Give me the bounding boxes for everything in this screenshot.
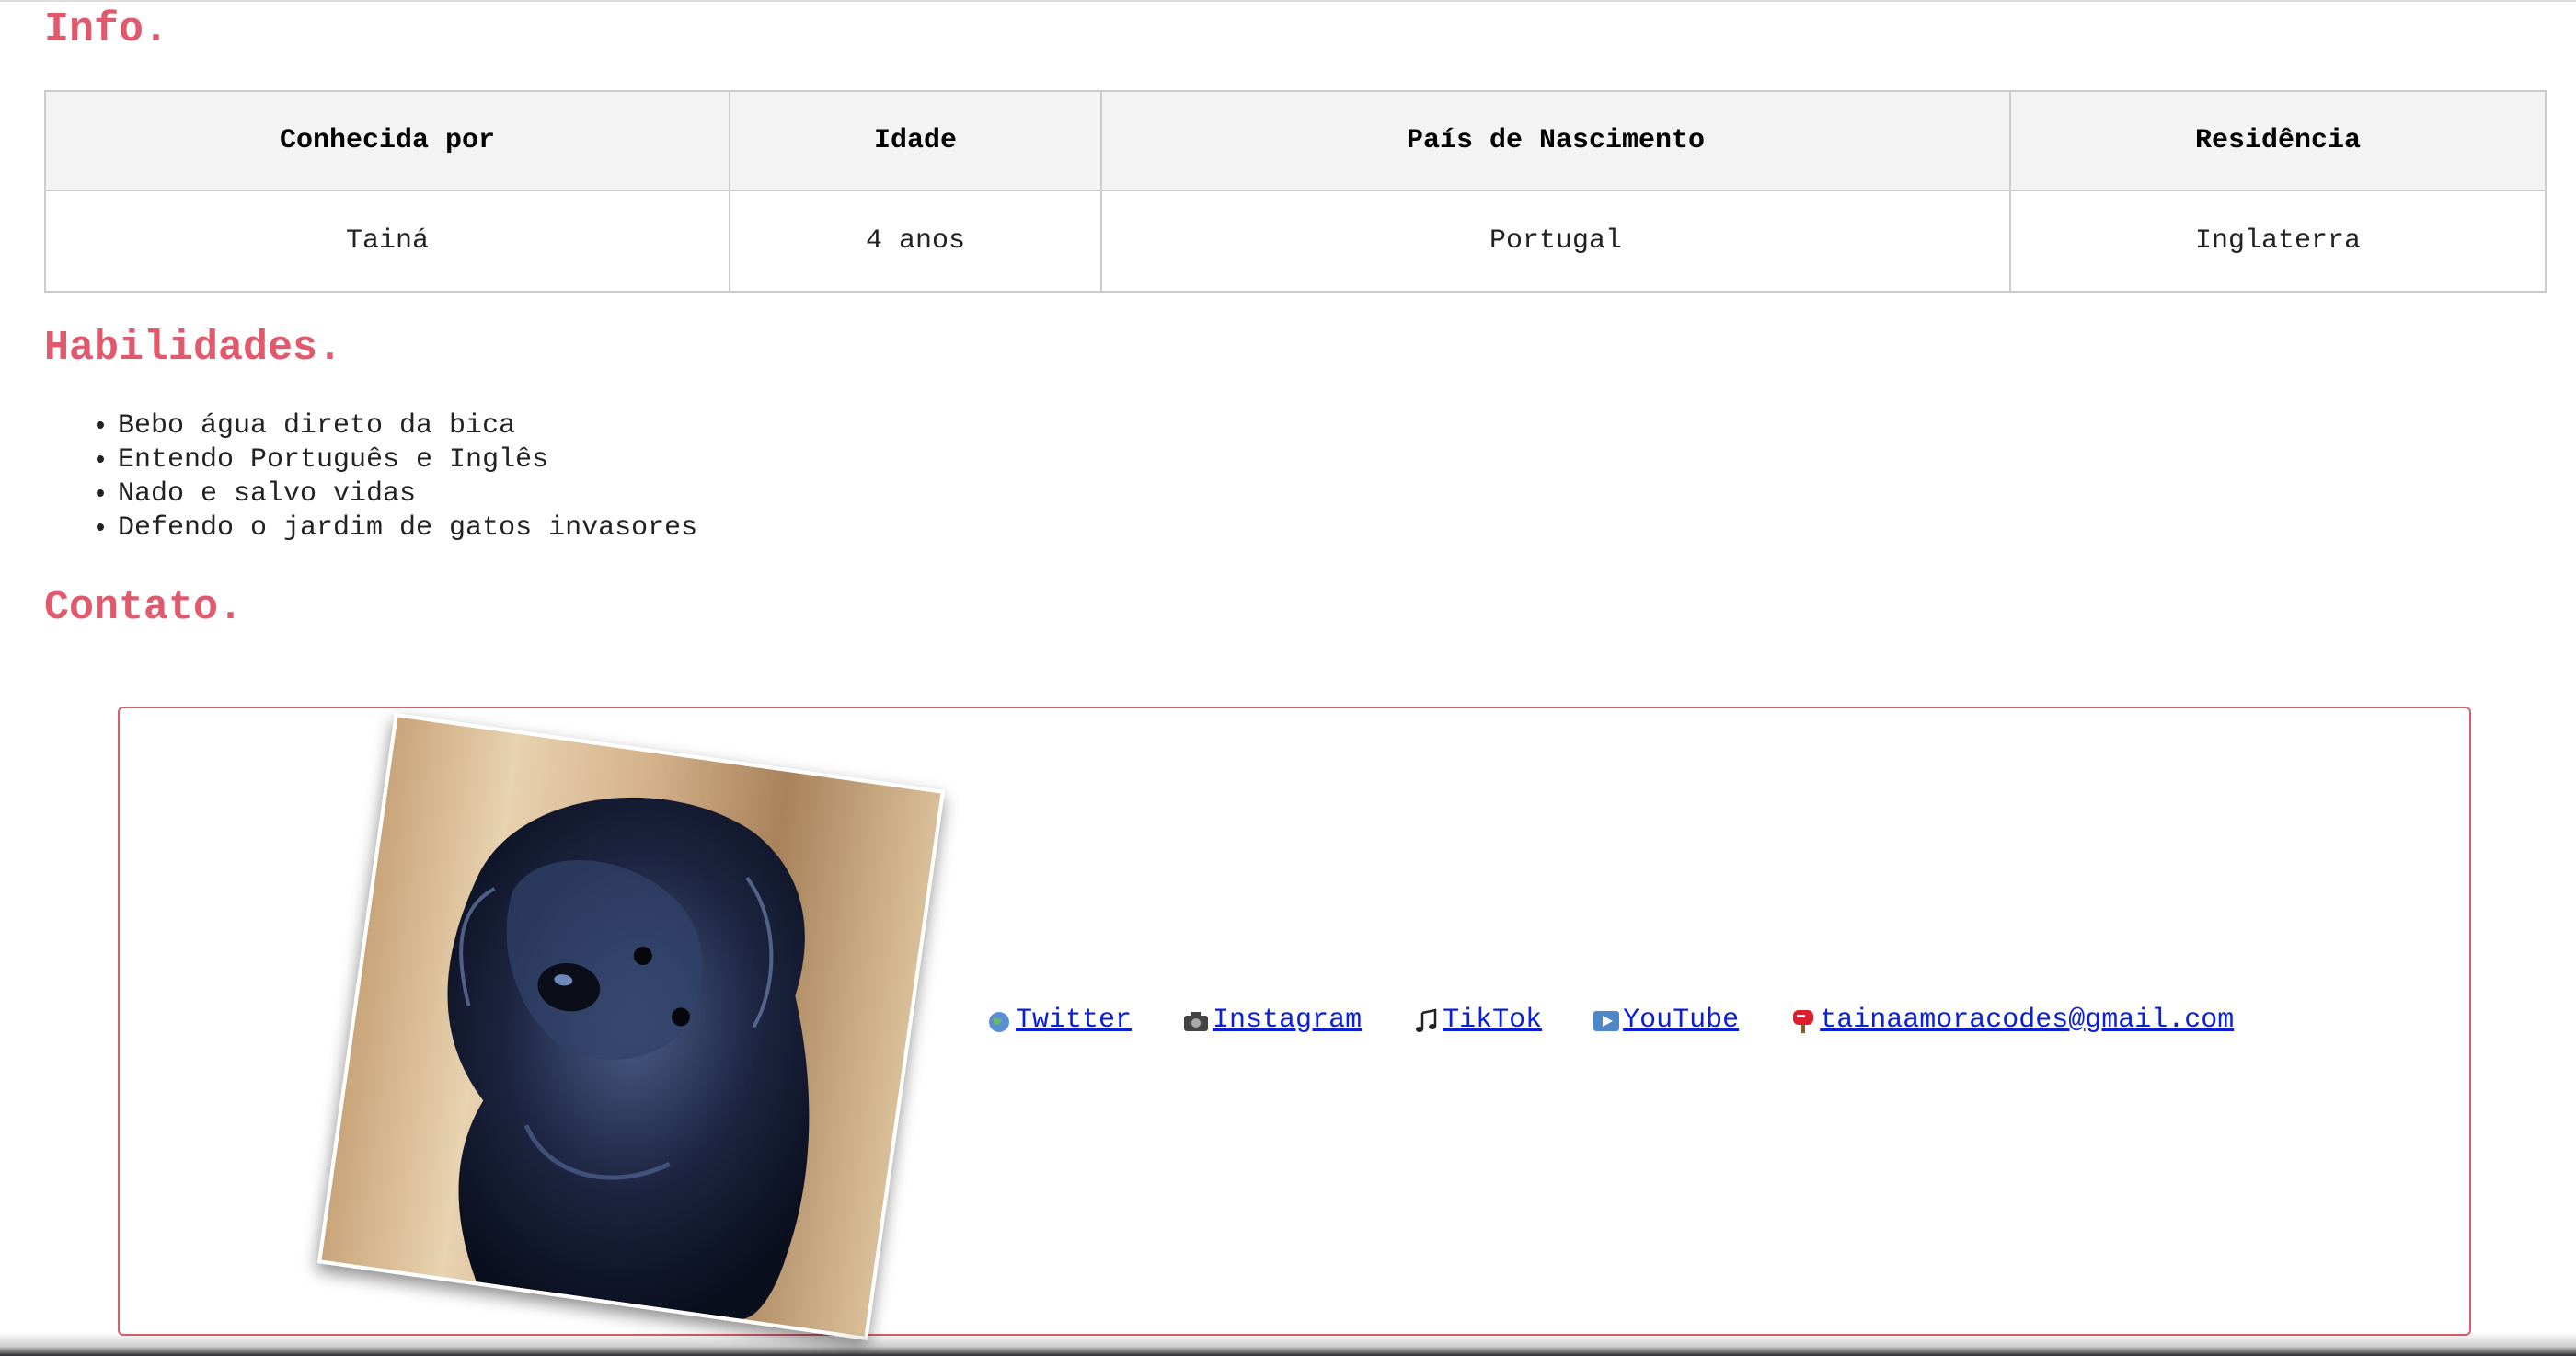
- play-button-icon: [1593, 1011, 1620, 1031]
- header-residence: Residência: [2009, 90, 2547, 191]
- info-table: Conhecida por Idade País de Nascimento R…: [44, 90, 2547, 293]
- cell-age: 4 anos: [729, 190, 1102, 293]
- header-age: Idade: [729, 90, 1102, 191]
- twitter-link[interactable]: Twitter: [984, 1005, 1132, 1036]
- cell-known-as: Tainá: [44, 190, 730, 293]
- skills-heading: Habilidades.: [44, 325, 343, 372]
- list-item: Bebo água direto da bica: [118, 409, 697, 443]
- table-row: Tainá 4 anos Portugal Inglaterra: [44, 190, 2547, 293]
- info-heading: Info.: [44, 6, 169, 53]
- top-divider: [0, 0, 2576, 2]
- header-birth-country: País de Nascimento: [1100, 90, 2011, 191]
- instagram-link[interactable]: Instagram: [1181, 1005, 1362, 1036]
- twitter-label: Twitter: [1016, 1005, 1133, 1036]
- cell-residence: Inglaterra: [2009, 190, 2547, 293]
- mailbox-icon: [1793, 1010, 1814, 1033]
- list-item: Defendo o jardim de gatos invasores: [118, 511, 697, 546]
- globe-icon: [989, 1012, 1009, 1032]
- list-item: Entendo Português e Inglês: [118, 443, 697, 477]
- music-note-icon: [1416, 1008, 1437, 1032]
- youtube-label: YouTube: [1623, 1005, 1740, 1036]
- header-known-as: Conhecida por: [44, 90, 730, 191]
- camera-icon: [1184, 1012, 1209, 1031]
- cell-birth-country: Portugal: [1100, 190, 2011, 293]
- email-label: tainaamoracodes@gmail.com: [1820, 1005, 2235, 1036]
- email-link[interactable]: tainaamoracodes@gmail.com: [1788, 1005, 2234, 1036]
- dog-photo: [316, 712, 946, 1341]
- tiktok-link[interactable]: TikTok: [1411, 1005, 1542, 1036]
- contact-heading: Contato.: [44, 584, 244, 631]
- bottom-edge: [0, 1332, 2576, 1356]
- tiktok-label: TikTok: [1443, 1005, 1543, 1036]
- table-header-row: Conhecida por Idade País de Nascimento R…: [44, 90, 2547, 191]
- contact-links: Twitter Instagram TikTok YouTube tainaam…: [984, 1005, 2267, 1044]
- list-item: Nado e salvo vidas: [118, 477, 697, 511]
- dog-illustration: [447, 797, 810, 1319]
- skills-list: Bebo água direto da bica Entendo Portugu…: [92, 409, 697, 546]
- instagram-label: Instagram: [1213, 1005, 1363, 1036]
- youtube-link[interactable]: YouTube: [1592, 1005, 1739, 1036]
